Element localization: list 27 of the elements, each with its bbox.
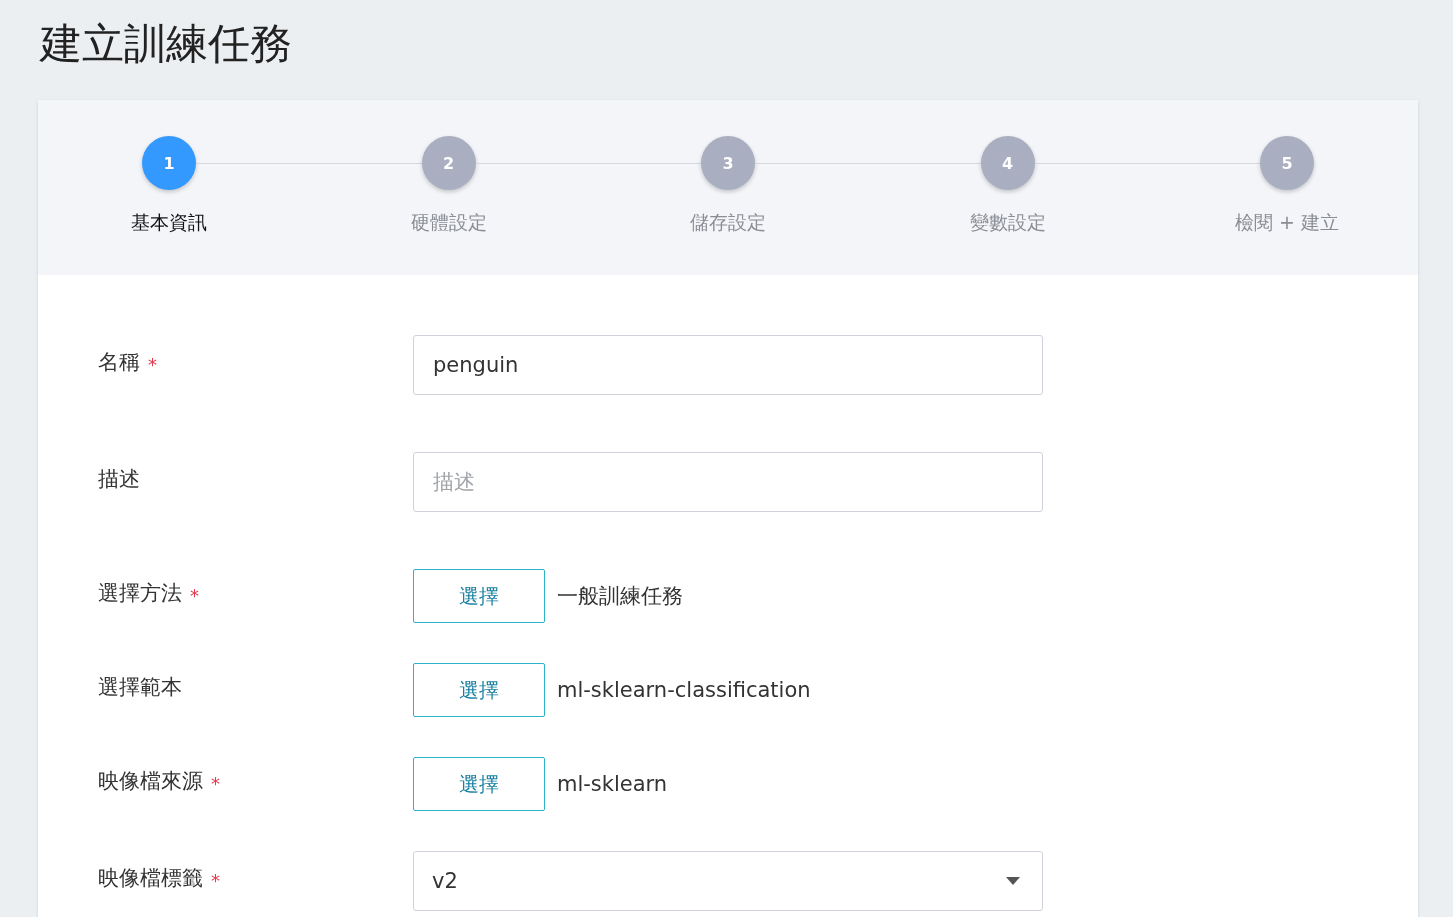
- required-mark: *: [211, 773, 220, 794]
- step-number[interactable]: 1: [142, 136, 196, 190]
- field-label: 映像檔來源: [98, 768, 203, 795]
- select-button[interactable]: 選擇: [413, 663, 545, 717]
- field-label: 選擇範本: [98, 674, 182, 701]
- step-label: 硬體設定: [410, 210, 487, 235]
- required-mark: *: [211, 870, 220, 891]
- dropdown-field[interactable]: v2: [413, 851, 1043, 911]
- field-label: 名稱: [98, 349, 140, 376]
- selected-value: ml-sklearn: [557, 772, 668, 796]
- field-label: 選擇方法: [98, 580, 182, 607]
- text-input[interactable]: 描述: [413, 452, 1043, 512]
- page-title: 建立訓練任務: [40, 18, 293, 70]
- step-label: 儲存設定: [690, 210, 766, 235]
- step-label: 變數設定: [969, 210, 1046, 235]
- required-mark: *: [148, 354, 157, 375]
- required-mark: *: [190, 585, 199, 606]
- field-label: 映像檔標籤: [98, 865, 203, 892]
- selected-value: ml-sklearn-classification: [557, 678, 811, 702]
- step-label: 檢閱 + 建立: [1235, 210, 1339, 235]
- step-label: 基本資訊: [131, 210, 207, 235]
- select-button[interactable]: 選擇: [413, 569, 545, 623]
- field-label: 描述: [98, 466, 140, 493]
- text-input[interactable]: penguin: [413, 335, 1043, 395]
- selected-value: 一般訓練任務: [557, 583, 683, 610]
- dropdown-caret-icon: [1006, 877, 1020, 885]
- select-button[interactable]: 選擇: [413, 757, 545, 811]
